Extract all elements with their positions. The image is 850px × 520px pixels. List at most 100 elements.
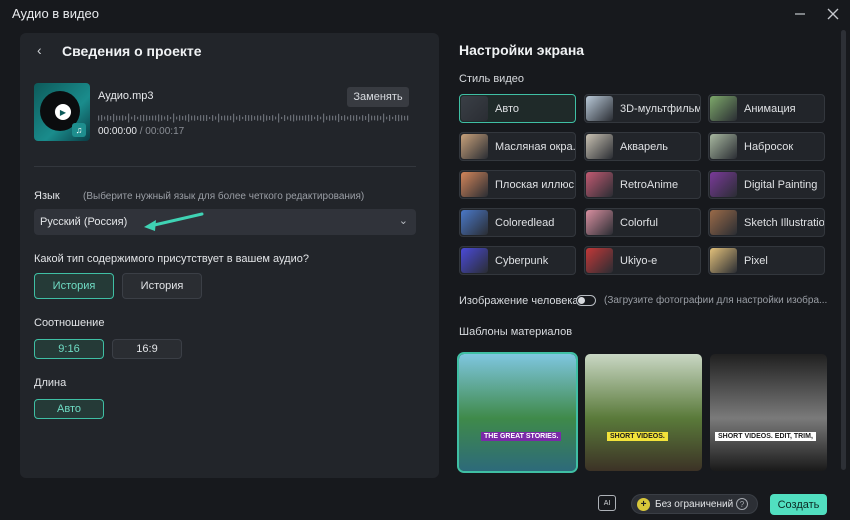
limit-label: Без ограничений bbox=[655, 499, 734, 510]
template-caption: SHORT VIDEOS. bbox=[607, 432, 668, 441]
style-option[interactable]: Масляная окра... bbox=[459, 132, 576, 161]
style-option[interactable]: Плоская иллюс... bbox=[459, 170, 576, 199]
scrollbar[interactable] bbox=[841, 30, 846, 490]
style-option[interactable]: Авто bbox=[459, 94, 576, 123]
person-image-label: Изображение человека bbox=[459, 295, 579, 307]
project-details-panel: ‹ Сведения о проекте ▶ ♫ Аудио.mp3 Замен… bbox=[20, 33, 439, 478]
total-time: 00:00:17 bbox=[145, 126, 185, 137]
style-option[interactable]: Digital Painting bbox=[708, 170, 825, 199]
style-option[interactable]: 3D-мультфильм bbox=[584, 94, 701, 123]
person-image-hint: (Загрузите фотографии для настройки изоб… bbox=[604, 295, 828, 306]
template-card[interactable]: SHORT VIDEOS. EDIT, TRIM, bbox=[710, 354, 827, 471]
content-type-option-1[interactable]: История bbox=[34, 273, 114, 299]
limit-badge[interactable]: + Без ограничений ? bbox=[631, 494, 758, 514]
scrollbar-thumb[interactable] bbox=[841, 30, 846, 470]
time-separator: / bbox=[139, 126, 143, 137]
style-option-label: Digital Painting bbox=[744, 179, 818, 191]
style-option-label: Плоская иллюс... bbox=[495, 179, 575, 191]
style-option[interactable]: Coloredlead bbox=[459, 208, 576, 237]
style-option-label: Cyberpunk bbox=[495, 255, 549, 267]
style-option-label: Авто bbox=[495, 103, 519, 115]
style-option-label: Coloredlead bbox=[495, 217, 555, 229]
divider bbox=[34, 166, 416, 167]
sketch-thumbnail bbox=[710, 134, 737, 159]
style-option-label: Масляная окра... bbox=[495, 141, 575, 153]
ai-icon[interactable]: AI bbox=[598, 495, 616, 511]
duration-option-auto[interactable]: Авто bbox=[34, 399, 104, 419]
audio-waveform[interactable] bbox=[98, 112, 410, 124]
current-time: 00:00:00 bbox=[98, 126, 137, 137]
ratio-option-9-16[interactable]: 9:16 bbox=[34, 339, 104, 359]
duration-label: Длина bbox=[34, 377, 67, 389]
ratio-option-16-9[interactable]: 16:9 bbox=[112, 339, 182, 359]
video-style-label: Стиль видео bbox=[459, 73, 524, 85]
person-image-toggle[interactable] bbox=[576, 295, 596, 306]
template-caption: SHORT VIDEOS. EDIT, TRIM, bbox=[715, 432, 816, 441]
title-bar: Аудио в видео bbox=[0, 0, 850, 28]
style-option-label: Sketch Illustration bbox=[744, 217, 824, 229]
style-option-label: Анимация bbox=[744, 103, 796, 115]
pixel-thumbnail bbox=[710, 248, 737, 273]
minimize-icon bbox=[795, 13, 805, 15]
oil-painting-thumbnail bbox=[461, 134, 488, 159]
audio-filename: Аудио.mp3 bbox=[98, 90, 154, 102]
ratio-label: Соотношение bbox=[34, 317, 105, 329]
language-select[interactable]: Русский (Россия) ⌄ bbox=[34, 209, 416, 235]
create-button[interactable]: Создать bbox=[770, 494, 827, 515]
plus-icon: + bbox=[637, 498, 650, 511]
template-card[interactable]: SHORT VIDEOS. bbox=[585, 354, 702, 471]
3d-cartoon-thumbnail bbox=[586, 96, 613, 121]
music-note-icon: ♫ bbox=[72, 123, 86, 137]
style-option[interactable]: Набросок bbox=[708, 132, 825, 161]
coloredlead-thumbnail bbox=[461, 210, 488, 235]
style-option-label: Акварель bbox=[620, 141, 669, 153]
language-hint: (Выберите нужный язык для более четкого … bbox=[83, 191, 365, 202]
language-label: Язык bbox=[34, 190, 60, 202]
colorful-thumbnail bbox=[586, 210, 613, 235]
style-option[interactable]: RetroAnime bbox=[584, 170, 701, 199]
template-card[interactable]: THE GREAT STORIES. bbox=[457, 352, 578, 473]
close-button[interactable] bbox=[821, 4, 845, 24]
chevron-left-icon: ‹ bbox=[37, 42, 42, 58]
arrow-annotation-icon bbox=[144, 212, 204, 231]
watercolor-thumbnail bbox=[586, 134, 613, 159]
language-value: Русский (Россия) bbox=[40, 216, 128, 228]
content-type-option-2[interactable]: История bbox=[122, 273, 202, 299]
material-templates-label: Шаблоны материалов bbox=[459, 326, 573, 338]
style-option[interactable]: Colorful bbox=[584, 208, 701, 237]
style-option[interactable]: Анимация bbox=[708, 94, 825, 123]
style-option-label: Набросок bbox=[744, 141, 794, 153]
style-option-label: Colorful bbox=[620, 217, 658, 229]
style-option[interactable]: Ukiyo-e bbox=[584, 246, 701, 275]
minimize-button[interactable] bbox=[788, 4, 812, 24]
back-button[interactable]: ‹ bbox=[37, 42, 42, 58]
close-icon bbox=[827, 8, 839, 20]
panel-title: Сведения о проекте bbox=[62, 43, 202, 59]
screen-settings-title: Настройки экрана bbox=[459, 42, 585, 58]
flat-illustration-thumbnail bbox=[461, 172, 488, 197]
style-option-label: 3D-мультфильм bbox=[620, 103, 700, 115]
window-title: Аудио в видео bbox=[12, 6, 100, 21]
style-option[interactable]: Cyberpunk bbox=[459, 246, 576, 275]
help-icon[interactable]: ? bbox=[736, 498, 748, 510]
chevron-down-icon: ⌄ bbox=[398, 215, 408, 227]
style-option[interactable]: Pixel bbox=[708, 246, 825, 275]
style-option[interactable]: Акварель bbox=[584, 132, 701, 161]
sketch-illustration-thumbnail bbox=[710, 210, 737, 235]
style-option-label: Pixel bbox=[744, 255, 768, 267]
play-icon[interactable]: ▶ bbox=[55, 104, 71, 120]
replace-button[interactable]: Заменять bbox=[347, 87, 409, 107]
digital-painting-thumbnail bbox=[710, 172, 737, 197]
time-display: 00:00:00 / 00:00:17 bbox=[98, 126, 184, 137]
content-type-question: Какой тип содержимого присутствует в ваш… bbox=[34, 253, 309, 265]
style-option[interactable]: Sketch Illustration bbox=[708, 208, 825, 237]
audio-thumbnail[interactable]: ▶ ♫ bbox=[34, 83, 90, 141]
ukiyo-e-thumbnail bbox=[586, 248, 613, 273]
retro-anime-thumbnail bbox=[586, 172, 613, 197]
cyberpunk-thumbnail bbox=[461, 248, 488, 273]
auto-icon bbox=[461, 96, 488, 121]
template-caption: THE GREAT STORIES. bbox=[481, 432, 562, 441]
style-option-label: Ukiyo-e bbox=[620, 255, 658, 267]
anime-thumbnail bbox=[710, 96, 737, 121]
style-option-label: RetroAnime bbox=[620, 179, 679, 191]
